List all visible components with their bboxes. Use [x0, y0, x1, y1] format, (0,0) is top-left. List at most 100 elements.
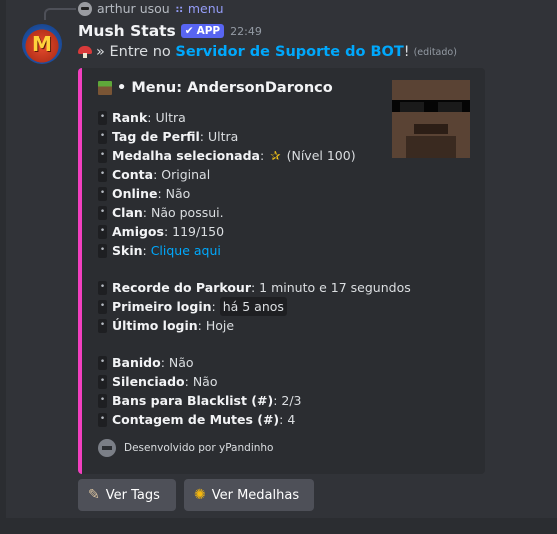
field-row: • Silenciado: Não — [98, 374, 218, 389]
field-row: • Rank: Ultra — [98, 110, 186, 125]
field-row: • Skin: Clique aqui — [98, 241, 221, 260]
field-key: Clan — [112, 205, 143, 220]
thumb-mouth — [414, 124, 448, 134]
field-value: Original — [161, 167, 211, 182]
bullet: • — [98, 318, 107, 333]
field-value: 4 — [287, 412, 296, 427]
field-key: Recorde do Parkour — [112, 280, 251, 295]
field-row: • Online: Não — [98, 186, 191, 201]
app-badge-label: APP — [196, 25, 221, 37]
field-row: • Banido: Não — [98, 355, 194, 370]
reply-command-label: menu — [187, 1, 224, 16]
field-value: Hoje — [205, 318, 235, 333]
reply-username[interactable]: arthur — [97, 1, 136, 16]
view-tags-label: Ver Tags — [105, 487, 160, 503]
view-medals-button[interactable]: ✺ Ver Medalhas — [184, 479, 314, 511]
timestamp[interactable]: 22:49 — [230, 25, 262, 38]
bottom-bar — [6, 518, 557, 534]
embed-title-text: • Menu: AndersonDaronco — [117, 80, 333, 96]
bullet: • — [98, 393, 107, 408]
message-suffix: ! — [403, 44, 410, 60]
reply-command[interactable]: ⠶ menu — [175, 1, 224, 16]
view-medals-label: Ver Medalhas — [211, 487, 300, 503]
field-row: • Primeiro login: há 5 anos — [98, 297, 411, 316]
field-value: 119/150 — [172, 224, 225, 239]
field-value: Ultra — [155, 110, 186, 125]
message-content: » Entre no Servidor de Suporte do BOT! (… — [78, 44, 457, 60]
bandage-icon: ✎ — [88, 487, 100, 503]
bot-avatar[interactable]: M — [22, 24, 62, 64]
message-header: Mush Stats ✔ APP 22:49 — [78, 22, 262, 40]
field-key: Medalha selecionada — [112, 148, 260, 163]
sun-medal-icon: ✺ — [194, 487, 206, 503]
field-value: 2/3 — [281, 393, 302, 408]
field-row: • Clan: Não possui. — [98, 205, 224, 220]
field-value: Não — [168, 355, 194, 370]
embed-title: • Menu: AndersonDaronco — [98, 80, 333, 96]
field-row: • Último login: Hoje — [98, 318, 235, 333]
bullet: • — [98, 280, 107, 295]
skin-link[interactable]: Clique aqui — [151, 241, 221, 260]
field-value: Não possui. — [150, 205, 224, 220]
bullet: • — [98, 412, 107, 427]
field-key: Rank — [112, 110, 148, 125]
field-row: • Tag de Perfil: Ultra — [98, 129, 239, 144]
relative-timestamp[interactable]: há 5 anos — [219, 297, 287, 316]
field-key: Amigos — [112, 224, 164, 239]
field-value: (Nível 100) — [286, 148, 356, 163]
field-value: Não — [192, 374, 218, 389]
stats-embed: • Menu: AndersonDaronco • Rank: Ultra • Ta… — [78, 68, 485, 474]
field-row: • Conta: Original — [98, 167, 211, 182]
thumb-beard — [406, 136, 456, 158]
message-prefix: » Entre no — [96, 44, 171, 60]
bullet: • — [98, 299, 107, 314]
bullet: • — [98, 110, 107, 125]
embed-footer: Desenvolvido por yPandinho — [98, 439, 273, 457]
field-key: Silenciado — [112, 374, 185, 389]
server-link[interactable]: Servidor de Suporte do BOT — [175, 44, 403, 60]
reply-spine — [44, 8, 76, 20]
check-icon: ✔ — [184, 25, 194, 37]
reply-action: usou — [139, 1, 170, 16]
avatar-logo-icon: M — [32, 32, 52, 56]
bullet: • — [98, 148, 107, 163]
thumb-lens — [438, 102, 462, 112]
grass-block-icon — [98, 81, 112, 95]
star-medal-icon: ✰ — [270, 148, 281, 163]
field-key: Online — [112, 186, 158, 201]
field-key: Primeiro login — [112, 299, 212, 314]
field-key: Skin — [112, 243, 143, 258]
bullet: • — [98, 243, 107, 258]
footer-avatar-icon — [98, 439, 116, 457]
field-value: Ultra — [207, 129, 239, 144]
field-key: Banido — [112, 355, 161, 370]
field-row: • Recorde do Parkour: 1 minuto e 17 segun… — [98, 280, 411, 295]
mushroom-icon — [78, 46, 92, 58]
edited-label: (editado) — [413, 46, 457, 58]
bullet: • — [98, 167, 107, 182]
author-name[interactable]: Mush Stats — [78, 22, 176, 40]
field-value: 1 minuto e 17 segundos — [259, 280, 411, 295]
field-row: • Amigos: 119/150 — [98, 224, 225, 239]
footer-text: Desenvolvido por yPandinho — [124, 442, 274, 454]
field-key: Contagem de Mutes (#) — [112, 412, 280, 427]
bullet: • — [98, 205, 107, 220]
slash-command-icon: ⠶ — [174, 1, 184, 16]
bullet: • — [98, 224, 107, 239]
field-key: Tag de Perfil — [112, 129, 200, 144]
field-row: • Medalha selecionada: ✰ (Nível 100) — [98, 148, 356, 163]
app-badge: ✔ APP — [180, 24, 225, 38]
left-strip — [0, 0, 6, 534]
embed-fields: • Rank: Ultra • Tag de Perfil: Ultra • Meda… — [98, 108, 411, 429]
bullet: • — [98, 186, 107, 201]
field-key: Conta — [112, 167, 154, 182]
field-row: • Bans para Blacklist (#): 2/3 — [98, 393, 302, 408]
bullet: • — [98, 355, 107, 370]
reply-context[interactable]: arthur usou ⠶ menu — [78, 0, 224, 17]
reply-avatar[interactable] — [78, 1, 92, 16]
view-tags-button[interactable]: ✎ Ver Tags — [78, 479, 176, 511]
field-row: • Contagem de Mutes (#): 4 — [98, 412, 296, 427]
bullet: • — [98, 374, 107, 389]
